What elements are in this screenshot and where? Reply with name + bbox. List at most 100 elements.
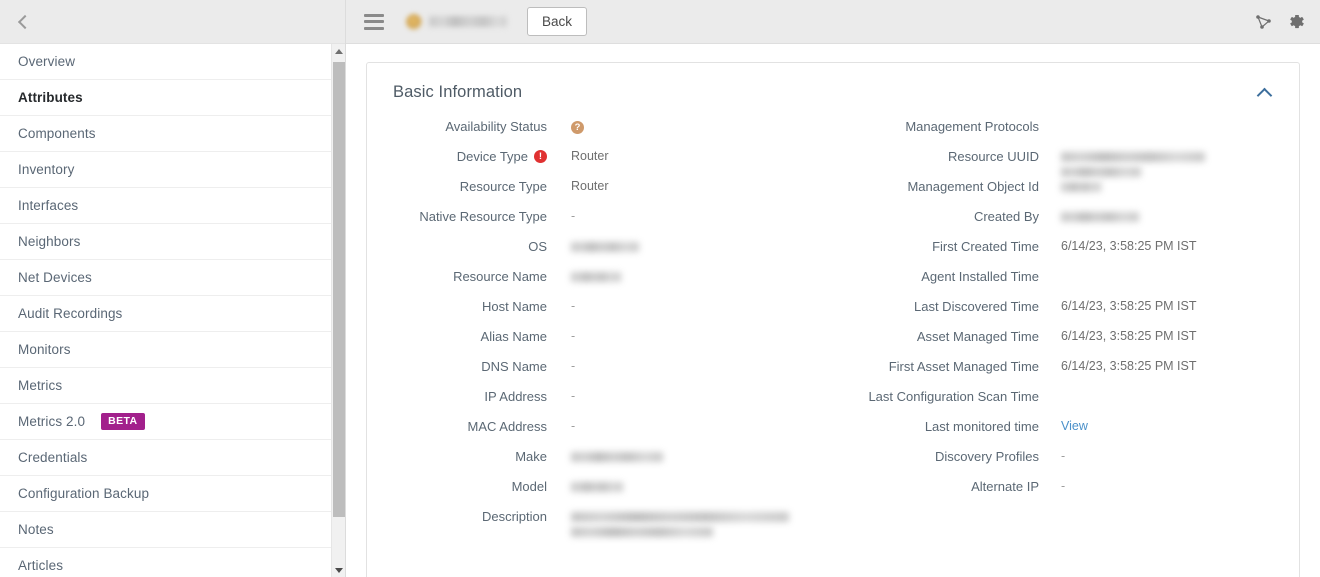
attribute-value: [547, 478, 833, 496]
scroll-down-arrow-icon[interactable]: [332, 563, 346, 577]
attribute-row-last-monitored-time: Last monitored time View: [833, 418, 1299, 448]
sidebar-item-notes[interactable]: Notes: [0, 512, 345, 548]
card-header: Basic Information: [367, 63, 1299, 110]
attribute-label-text: Last Configuration Scan Time: [868, 389, 1039, 404]
back-button[interactable]: Back: [527, 6, 588, 37]
sidebar-item-components[interactable]: Components: [0, 116, 345, 152]
beta-badge: BETA: [101, 413, 145, 430]
sidebar-item-metrics[interactable]: Metrics: [0, 368, 345, 404]
attribute-label-text: Agent Installed Time: [921, 269, 1039, 284]
attribute-label: Last monitored time: [833, 418, 1039, 436]
chevron-left-icon[interactable]: [14, 13, 32, 31]
attribute-label-text: Native Resource Type: [419, 209, 547, 224]
attribute-row-first-created-time: First Created Time 6/14/23, 3:58:25 PM IS…: [833, 238, 1299, 268]
attribute-row-agent-installed-time: Agent Installed Time: [833, 268, 1299, 298]
attribute-label-text: Last Discovered Time: [914, 299, 1039, 314]
attribute-label: Resource Type: [367, 178, 547, 196]
sidebar-item-label: Components: [18, 126, 96, 141]
sidebar-item-overview[interactable]: Overview: [0, 44, 345, 80]
sidebar-item-label: Overview: [18, 54, 76, 69]
attribute-row-mac-address: MAC Address -: [367, 418, 833, 448]
attribute-label: Last Configuration Scan Time: [833, 388, 1039, 406]
attribute-value: [1039, 148, 1299, 177]
attribute-label-text: Resource UUID: [947, 149, 1039, 164]
app-root: Overview Attributes Components Inventory Int…: [0, 0, 1320, 577]
attribute-row-management-protocols: Management Protocols: [833, 118, 1299, 148]
sidebar-item-net-devices[interactable]: Net Devices: [0, 260, 345, 296]
attribute-row-description: Description: [367, 508, 833, 538]
attribute-row-last-configuration-scan-time: Last Configuration Scan Time: [833, 388, 1299, 418]
sidebar-item-interfaces[interactable]: Interfaces: [0, 188, 345, 224]
critical-alert-icon[interactable]: !: [534, 150, 547, 163]
sidebar-item-label: Monitors: [18, 342, 71, 357]
attribute-value: [1039, 388, 1299, 406]
left-sidebar: Overview Attributes Components Inventory Int…: [0, 0, 346, 577]
redacted-value: [571, 482, 623, 492]
attribute-label: Resource Name: [367, 268, 547, 286]
sidebar-item-label: Notes: [18, 522, 54, 537]
redacted-value: [1061, 167, 1141, 177]
gear-icon[interactable]: [1288, 13, 1306, 31]
attribute-value: Router: [571, 149, 609, 163]
content-scroll-area: Basic Information Availability Status? De…: [346, 44, 1320, 577]
redacted-value: [571, 272, 621, 282]
attribute-label-text: Availability Status: [445, 119, 547, 134]
sidebar-item-attributes[interactable]: Attributes: [0, 80, 345, 116]
attribute-label: Management Protocols: [833, 118, 1039, 136]
toolbar-icons: [1254, 13, 1306, 31]
sidebar-item-label: Attributes: [18, 90, 83, 105]
attribute-label-text: Make: [515, 449, 547, 464]
sidebar-item-inventory[interactable]: Inventory: [0, 152, 345, 188]
attribute-value: ?: [547, 118, 833, 136]
sidebar-item-audit-recordings[interactable]: Audit Recordings: [0, 296, 345, 332]
redacted-value: [1061, 212, 1139, 222]
breadcrumb-label: [429, 16, 507, 27]
attribute-row-os: OS: [367, 238, 833, 268]
sidebar-item-metrics-2-0[interactable]: Metrics 2.0 BETA: [0, 404, 345, 440]
attribute-label: OS: [367, 238, 547, 256]
attribute-label: Device Type!: [367, 148, 547, 166]
scrollbar-thumb[interactable]: [333, 62, 345, 517]
sidebar-nav: Overview Attributes Components Inventory Int…: [0, 44, 345, 577]
attribute-label-text: Management Protocols: [905, 119, 1039, 134]
attribute-label: Resource UUID: [833, 148, 1039, 166]
attribute-label: First Asset Managed Time: [833, 358, 1039, 376]
breadcrumb-avatar-icon: [406, 13, 422, 30]
status-unknown-icon[interactable]: ?: [571, 121, 584, 135]
attribute-row-make: Make: [367, 448, 833, 478]
breadcrumb[interactable]: [400, 11, 513, 33]
sidebar-scrollbar[interactable]: [331, 44, 345, 577]
attribute-label: Model: [367, 478, 547, 496]
attribute-value: [547, 508, 833, 537]
attribute-label-text: Device Type: [456, 149, 528, 164]
attribute-row-ip-address: IP Address -: [367, 388, 833, 418]
sidebar-item-monitors[interactable]: Monitors: [0, 332, 345, 368]
attribute-row-native-resource-type: Native Resource Type -: [367, 208, 833, 238]
sidebar-header: [0, 0, 345, 44]
attribute-label-text: Alternate IP: [971, 479, 1039, 494]
attribute-label-text: Model: [511, 479, 547, 494]
scroll-up-arrow-icon[interactable]: [332, 44, 346, 58]
sidebar-item-label: Configuration Backup: [18, 486, 150, 501]
attribute-row-created-by: Created By: [833, 208, 1299, 238]
attribute-value: -: [571, 329, 576, 343]
attribute-label-text: Resource Type: [459, 179, 547, 194]
sidebar-item-credentials[interactable]: Credentials: [0, 440, 345, 476]
sidebar-item-label: Net Devices: [18, 270, 92, 285]
attribute-label-text: Host Name: [481, 299, 547, 314]
chevron-up-icon[interactable]: [1255, 84, 1273, 102]
basic-information-card: Basic Information Availability Status? De…: [366, 62, 1300, 577]
view-link[interactable]: View: [1039, 418, 1299, 436]
sidebar-item-neighbors[interactable]: Neighbors: [0, 224, 345, 260]
attribute-row-resource-type: Resource Type Router: [367, 178, 833, 208]
attribute-label-text: Management Object Id: [907, 179, 1039, 194]
sidebar-item-articles[interactable]: Articles: [0, 548, 345, 577]
main-area: Back Basic Information Availability Stat…: [346, 0, 1320, 577]
attribute-label-text: First Created Time: [932, 239, 1039, 254]
hamburger-menu-icon[interactable]: [364, 13, 384, 30]
attribute-value: -: [571, 299, 576, 313]
topology-icon[interactable]: [1254, 13, 1272, 31]
attribute-value: 6/14/23, 3:58:25 PM IST: [1061, 329, 1197, 343]
sidebar-item-configuration-backup[interactable]: Configuration Backup: [0, 476, 345, 512]
attribute-value: 6/14/23, 3:58:25 PM IST: [1061, 359, 1197, 373]
